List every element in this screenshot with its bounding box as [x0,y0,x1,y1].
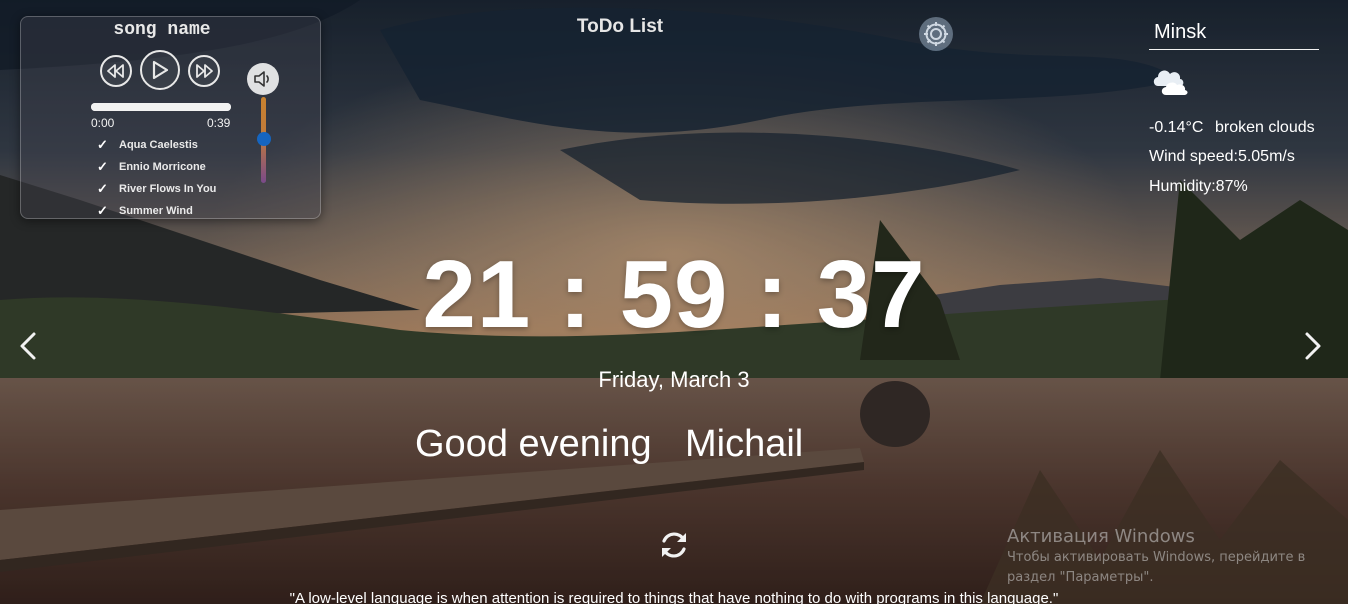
play-button[interactable] [140,50,180,90]
volume-icon [254,71,269,87]
mute-button[interactable] [247,63,279,95]
check-icon: ✓ [97,137,108,152]
city-input[interactable] [1149,16,1319,50]
chevron-right-icon [1305,332,1321,360]
song-name: song name [113,20,211,40]
play-icon [152,60,169,80]
audio-player: song name 0:00 0:39 ✓ Aqua Caelestis ✓ Enn… [20,16,321,219]
playlist-item-title: Aqua Caelestis [119,139,198,151]
progress-bar[interactable] [91,103,231,111]
playlist: ✓ Aqua Caelestis ✓ Ennio Morricone ✓ River … [97,134,216,222]
rewind-icon [107,64,124,78]
greeting: Good evening [415,423,663,465]
time-duration: 0:39 [207,116,231,130]
wind-speed: Wind speed:5.05m/s [1149,148,1295,165]
previous-background-button[interactable] [16,330,40,362]
next-track-button[interactable] [188,55,220,87]
playlist-item[interactable]: ✓ Summer Wind [97,200,216,222]
weather-description: broken clouds [1215,119,1315,136]
date: Friday, March 3 [598,367,750,392]
gear-icon [919,17,953,51]
broken-clouds-icon [1150,64,1192,98]
progress-fill [91,103,231,111]
playlist-item[interactable]: ✓ River Flows In You [97,178,216,200]
check-icon: ✓ [97,203,108,218]
playlist-item-title: Summer Wind [119,205,193,217]
playlist-item[interactable]: ✓ Ennio Morricone [97,156,216,178]
playlist-item[interactable]: ✓ Aqua Caelestis [97,134,216,156]
windows-activation-text: Чтобы активировать Windows, перейдите в [1007,550,1306,565]
todo-list-button[interactable]: ToDo List [570,16,670,38]
clock: 21 : 59 : 37 [422,241,926,348]
playlist-item-title: Ennio Morricone [119,161,206,173]
check-icon: ✓ [97,181,108,196]
refresh-quote-button[interactable] [656,527,692,563]
humidity: Humidity:87% [1149,178,1248,195]
user-name[interactable]: Michail [685,423,803,466]
windows-activation-title: Активация Windows [1007,526,1195,547]
playlist-item-title: River Flows In You [119,183,217,195]
check-icon: ✓ [97,159,108,174]
chevron-left-icon [20,332,36,360]
time-current: 0:00 [91,116,115,130]
settings-button[interactable] [918,16,954,52]
quote-text: "A low-level language is when attention … [289,590,1059,604]
temperature: -0.14°C [1149,119,1204,136]
refresh-icon [662,532,686,558]
next-background-button[interactable] [1301,330,1325,362]
fast-forward-icon [196,64,213,78]
volume-slider-handle[interactable] [257,132,271,146]
previous-track-button[interactable] [100,55,132,87]
windows-activation-text: раздел "Параметры". [1007,570,1154,585]
